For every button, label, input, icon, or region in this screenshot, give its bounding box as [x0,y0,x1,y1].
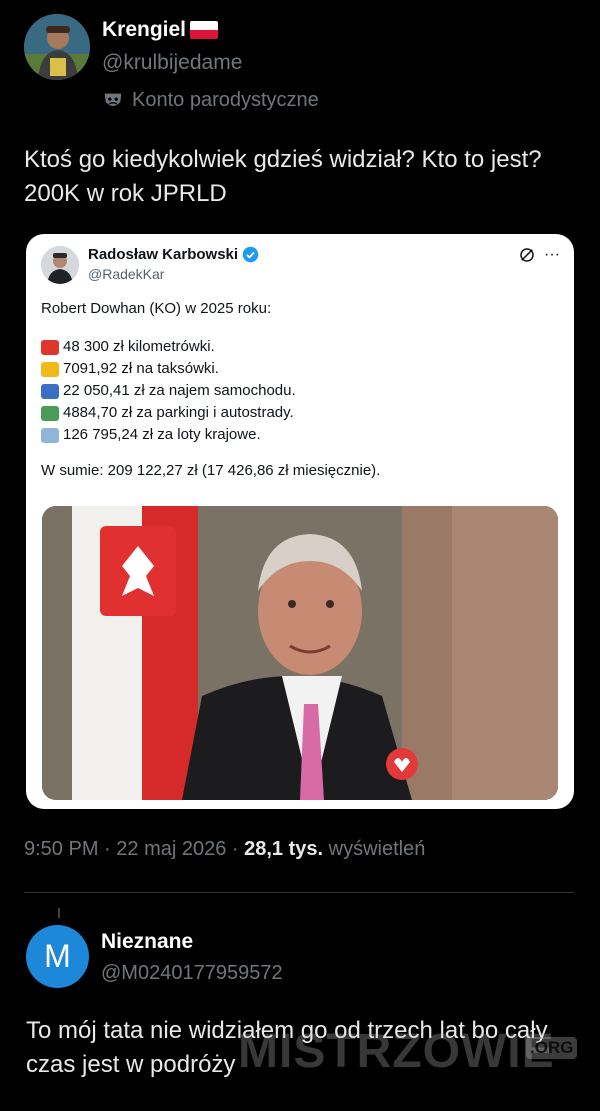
tweet-date[interactable]: 22 maj 2026 [116,838,226,860]
expense-line: 126 795,24 zł za loty krajowe. [41,424,561,446]
poland-flag-icon [190,21,219,39]
embedded-author-name-text: Radosław Karbowski [88,246,239,263]
expense-line: 48 300 zł kilometrówki. [41,336,561,358]
mask-icon [104,93,122,106]
views-count: 28,1 tys. [244,838,324,860]
expense-text: 4884,70 zł za parkingi i autostrady. [63,404,294,421]
embedded-author-avatar [41,246,79,284]
reply-author-handle[interactable]: @M0240177959572 [101,962,283,985]
expense-sum: W sumie: 209 122,27 zł (17 426,86 zł mie… [41,462,381,479]
parody-badge: Konto parodystyczne [102,89,319,112]
expense-text: 126 795,24 zł za loty krajowe. [63,426,261,443]
meta-separator: · [104,838,117,860]
reply-author-name[interactable]: Nieznane [101,930,193,954]
reply-avatar[interactable]: M [26,925,89,988]
tweet-meta: 9:50 PM · 22 maj 2026 · 28,1 tys. wyświe… [24,838,425,861]
embedded-actions: ··· [518,246,560,264]
expense-text: 7091,92 zł na taksówki. [63,360,219,377]
author-avatar[interactable] [24,14,90,80]
watermark-suffix: .ORG [526,1037,578,1059]
views-label: wyświetleń [328,838,426,860]
embedded-intro: Robert Dowhan (KO) w 2025 roku: [41,300,272,317]
expense-text: 22 050,41 zł za najem samochodu. [63,382,296,399]
embedded-tweet-image[interactable]: Radosław Karbowski @RadekKar ··· Robert … [26,234,574,809]
expense-line: 7091,92 zł na taksówki. [41,358,561,380]
reply-text: To mój tata nie widziałem go od trzech l… [26,1017,548,1078]
parody-label: Konto parodystyczne [132,89,319,111]
author-handle[interactable]: @krulbijedame [102,51,242,75]
expense-text: 48 300 zł kilometrówki. [63,338,215,355]
author-name[interactable]: Krengiel [102,18,219,42]
verified-badge-icon [242,246,259,263]
meta-separator: · [231,838,245,860]
tweet-header: Krengiel @krulbijedame Konto parodystycz… [24,14,576,114]
taxi-icon [41,361,59,377]
airplane-icon [41,427,59,443]
divider [24,892,574,893]
tweet-text: Ktoś go kiedykolwiek gdzieś widział? Kto… [24,146,542,207]
slash-circle-icon [520,248,534,262]
embedded-author-handle: @RadekKar [88,266,165,282]
rental-car-icon [41,383,59,399]
politician-photo [42,506,558,800]
tweet-time[interactable]: 9:50 PM [24,838,98,860]
motorway-icon [41,405,59,421]
more-icon: ··· [544,246,560,263]
embedded-author-name: Radosław Karbowski [88,246,259,263]
car-icon [41,339,59,355]
expense-line: 22 050,41 zł za najem samochodu. [41,380,561,402]
author-name-text[interactable]: Krengiel [102,18,186,42]
thread-connector [58,908,60,918]
embedded-tweet-body: Robert Dowhan (KO) w 2025 roku: 48 300 z… [41,298,561,482]
expense-line: 4884,70 zł za parkingi i autostrady. [41,402,561,424]
